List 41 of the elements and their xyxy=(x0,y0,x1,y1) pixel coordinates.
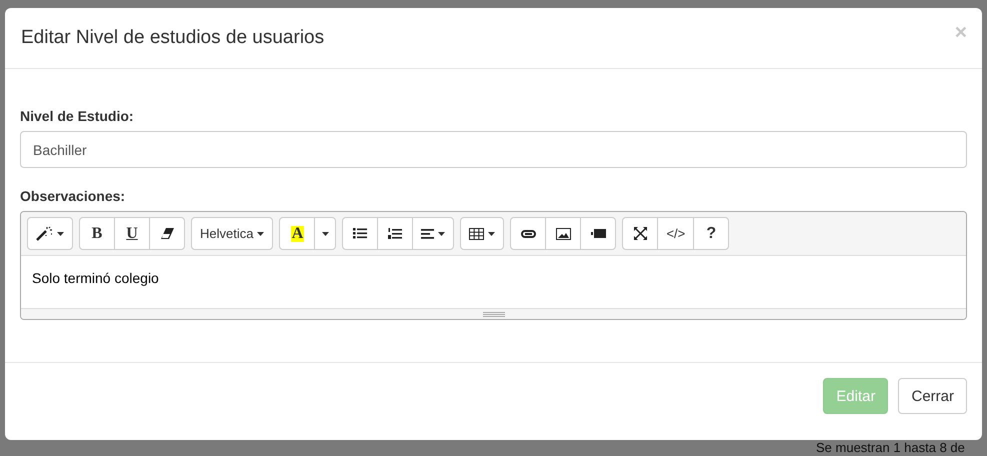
align-icon xyxy=(421,228,434,238)
bold-button[interactable]: B xyxy=(79,217,115,250)
pagination-info: Se muestran 1 hasta 8 de xyxy=(815,440,966,455)
bulleted-list-icon xyxy=(353,228,368,239)
bullets-button[interactable] xyxy=(342,217,378,250)
underline-button[interactable]: U xyxy=(114,217,150,250)
color-button[interactable]: A xyxy=(279,217,316,250)
eraser-icon xyxy=(160,228,174,239)
numbers-button[interactable] xyxy=(377,217,414,250)
caret-icon xyxy=(257,232,264,236)
grip-icon xyxy=(482,312,504,316)
caret-icon xyxy=(488,232,496,236)
video-button[interactable] xyxy=(580,217,616,250)
link-icon xyxy=(520,230,536,238)
field-label: Nivel de Estudio: xyxy=(20,108,135,124)
resize-handle[interactable] xyxy=(21,308,966,319)
editor-content[interactable]: Solo terminó colegio xyxy=(21,256,966,308)
eraser-button[interactable] xyxy=(149,217,185,250)
video-icon xyxy=(590,229,606,238)
font-button[interactable]: Helvetica xyxy=(191,217,274,250)
field-label: Observaciones: xyxy=(20,188,126,204)
code-button[interactable]: </> xyxy=(657,217,694,250)
close-dialog-button[interactable]: Cerrar xyxy=(898,378,967,414)
caret-icon xyxy=(322,232,329,236)
expand-button[interactable] xyxy=(622,217,658,250)
modal-title: Editar Nivel de estudios de usuarios xyxy=(21,27,324,49)
link-button[interactable] xyxy=(510,217,546,250)
image-icon xyxy=(556,228,571,240)
numbered-list-icon xyxy=(388,228,402,240)
caret-icon xyxy=(438,232,446,236)
align-button[interactable] xyxy=(412,217,454,250)
table-button[interactable] xyxy=(460,217,504,250)
table-icon xyxy=(469,228,484,240)
color-letter: A xyxy=(290,226,304,242)
help-button[interactable]: ? xyxy=(693,217,730,250)
input-field[interactable]: Bachiller xyxy=(20,131,967,168)
magic-wand-icon xyxy=(36,226,53,241)
magic-button[interactable] xyxy=(27,217,73,250)
image-button[interactable] xyxy=(545,217,582,250)
fullscreen-icon xyxy=(634,227,647,240)
caret-icon xyxy=(57,232,64,236)
